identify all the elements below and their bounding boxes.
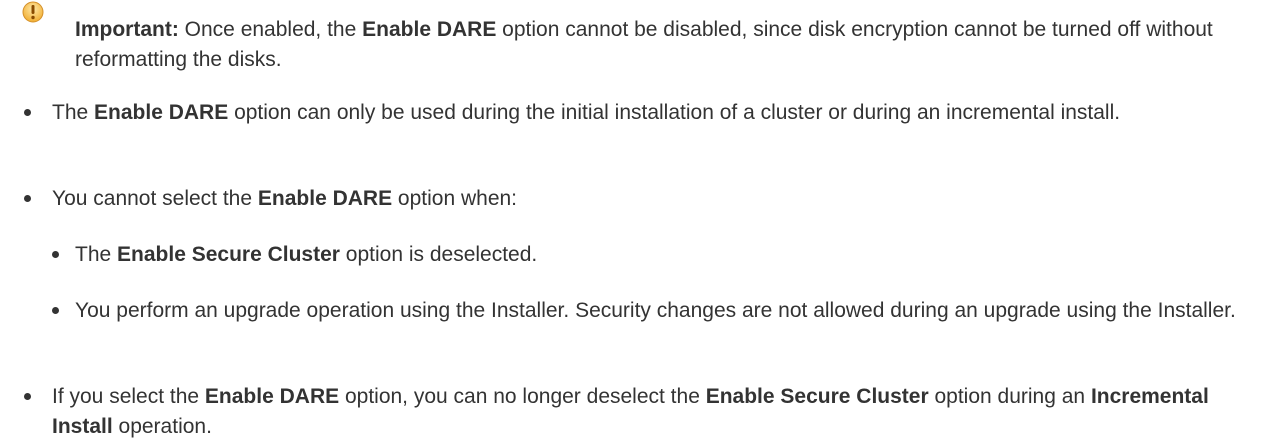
bullet-icon <box>52 307 59 314</box>
text-segment: option is deselected. <box>339 243 538 266</box>
text-segment: The <box>75 243 118 266</box>
sub-list-item-text: You perform an upgrade operation using t… <box>75 296 1255 326</box>
warning-icon <box>22 1 44 23</box>
list-item-text: You cannot select the Enable DARE option… <box>52 184 1252 214</box>
text-segment: You cannot select the <box>52 187 258 210</box>
bullet-icon <box>52 251 59 258</box>
text-segment: operation. <box>112 415 212 438</box>
option-name: Enable Secure Cluster <box>117 243 340 266</box>
list-item-text: If you select the Enable DARE option, yo… <box>52 382 1272 442</box>
option-name: Enable DARE <box>257 187 393 210</box>
text-segment: If you select the <box>52 385 205 408</box>
note-text-1: Once enabled, the <box>178 18 363 41</box>
note-text: Important: Once enabled, the Enable DARE… <box>75 15 1275 75</box>
text-segment: option when: <box>392 187 518 210</box>
text-segment: You perform an upgrade operation using t… <box>75 299 1236 322</box>
option-name: Enable Secure Cluster <box>705 385 929 408</box>
bullet-icon <box>24 109 31 116</box>
option-name: Enable DARE <box>204 385 340 408</box>
sub-list-item-text: The Enable Secure Cluster option is dese… <box>75 240 1255 270</box>
text-segment: option can only be used during the initi… <box>228 101 1121 124</box>
text-segment: option during an <box>928 385 1091 408</box>
note-option-name: Enable DARE <box>362 18 497 41</box>
note-label: Important: <box>75 18 179 41</box>
option-name: Enable DARE <box>94 101 229 124</box>
list-item-text: The Enable DARE option can only be used … <box>52 98 1252 128</box>
bullet-icon <box>24 393 31 400</box>
bullet-icon <box>24 195 31 202</box>
text-segment: option, you can no longer deselect the <box>339 385 706 408</box>
text-segment: The <box>52 101 95 124</box>
